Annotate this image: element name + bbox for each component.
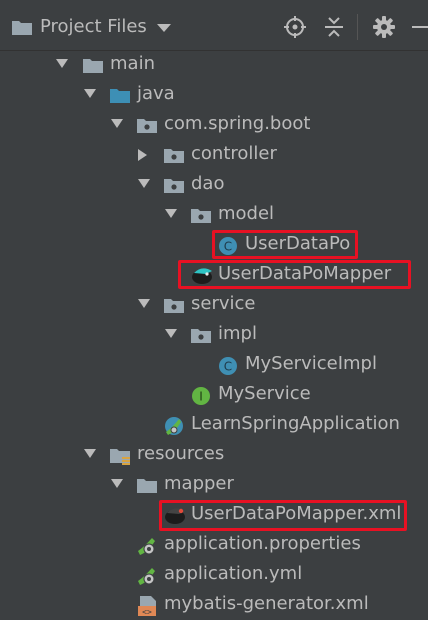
tree-item-label: MyService bbox=[218, 383, 311, 404]
tree-item-label: java bbox=[137, 83, 175, 104]
collapse-all-icon[interactable] bbox=[323, 16, 345, 38]
tree-item-label: com.spring.boot bbox=[164, 113, 311, 134]
tree-item-main[interactable]: main bbox=[0, 50, 428, 80]
interface-icon: I bbox=[192, 387, 210, 405]
expanded-arrow-icon[interactable] bbox=[84, 449, 96, 459]
tree-item-label: service bbox=[191, 293, 256, 314]
tree-item-label: model bbox=[218, 203, 275, 224]
crosshair-icon[interactable] bbox=[284, 16, 306, 38]
package-icon bbox=[164, 149, 184, 163]
class-icon: C bbox=[219, 357, 237, 375]
folder-icon bbox=[137, 479, 157, 493]
expanded-arrow-icon[interactable] bbox=[138, 299, 150, 309]
svg-text:<>: <> bbox=[142, 608, 152, 617]
tree-item-label: mybatis-generator.xml bbox=[164, 593, 369, 614]
collapsed-arrow-icon[interactable] bbox=[138, 149, 148, 161]
tree-item-package[interactable]: com.spring.boot bbox=[0, 110, 428, 140]
spring-config-icon bbox=[138, 568, 155, 585]
expanded-arrow-icon[interactable] bbox=[165, 329, 177, 339]
tree-item-service[interactable]: service bbox=[0, 290, 428, 320]
package-icon bbox=[191, 329, 211, 343]
tree-item-label: application.properties bbox=[164, 533, 361, 554]
expanded-arrow-icon[interactable] bbox=[165, 209, 177, 219]
tree-item-label: main bbox=[110, 53, 155, 74]
tree-item-application-properties[interactable]: application.properties bbox=[0, 530, 428, 560]
tree-item-my-service-impl[interactable]: C MyServiceImpl bbox=[0, 350, 428, 380]
highlight-box bbox=[159, 500, 407, 531]
tree-item-label: application.yml bbox=[164, 563, 303, 584]
tree-item-model[interactable]: model bbox=[0, 200, 428, 230]
resources-folder-icon bbox=[110, 449, 130, 465]
spring-boot-class-icon bbox=[165, 417, 183, 435]
source-folder-icon bbox=[110, 89, 130, 103]
tree-item-label: resources bbox=[137, 443, 225, 464]
svg-text:I: I bbox=[199, 390, 203, 404]
svg-text:C: C bbox=[224, 360, 232, 374]
xml-file-icon: <> bbox=[138, 596, 156, 617]
tree-item-my-service[interactable]: I MyService bbox=[0, 380, 428, 410]
toolbar-separator bbox=[357, 14, 358, 40]
tree-item-controller[interactable]: controller bbox=[0, 140, 428, 170]
tree-item-learn-spring-application[interactable]: LearnSpringApplication bbox=[0, 410, 428, 440]
tree-item-label: mapper bbox=[164, 473, 234, 494]
tree-item-impl[interactable]: impl bbox=[0, 320, 428, 350]
minimize-icon[interactable] bbox=[410, 16, 428, 38]
panel-title[interactable]: Project Files bbox=[40, 16, 147, 37]
expanded-arrow-icon[interactable] bbox=[111, 119, 123, 129]
caret-down-icon[interactable] bbox=[157, 24, 171, 33]
expanded-arrow-icon[interactable] bbox=[138, 179, 150, 189]
expanded-arrow-icon[interactable] bbox=[56, 59, 68, 69]
tree-item-resources[interactable]: resources bbox=[0, 440, 428, 470]
gear-icon[interactable] bbox=[373, 16, 395, 38]
tree-item-user-data-po-mapper[interactable]: UserDataPoMapper bbox=[0, 260, 428, 290]
folder-icon bbox=[83, 59, 103, 73]
tree-item-user-data-po[interactable]: C UserDataPo bbox=[0, 230, 428, 260]
tree-item-label: dao bbox=[191, 173, 225, 194]
spring-config-icon bbox=[138, 538, 155, 555]
tree-item-label: controller bbox=[191, 143, 277, 164]
tree-item-application-yml[interactable]: application.yml bbox=[0, 560, 428, 590]
tree-item-mapper[interactable]: mapper bbox=[0, 470, 428, 500]
package-icon bbox=[164, 179, 184, 193]
tree-item-user-data-po-mapper-xml[interactable]: UserDataPoMapper.xml bbox=[0, 500, 428, 531]
project-toolbar: Project Files bbox=[0, 0, 428, 51]
expanded-arrow-icon[interactable] bbox=[84, 89, 96, 99]
tree-item-dao[interactable]: dao bbox=[0, 170, 428, 200]
package-icon bbox=[191, 209, 211, 223]
tree-item-label: impl bbox=[218, 323, 257, 344]
folder-icon bbox=[12, 21, 32, 35]
package-icon bbox=[164, 299, 184, 313]
highlight-box bbox=[178, 260, 411, 289]
expanded-arrow-icon[interactable] bbox=[111, 479, 123, 489]
tree-item-label: MyServiceImpl bbox=[245, 353, 377, 374]
tree-item-mybatis-generator-xml[interactable]: <> mybatis-generator.xml bbox=[0, 590, 428, 620]
tree-item-label: LearnSpringApplication bbox=[191, 413, 400, 434]
tree-item-java[interactable]: java bbox=[0, 80, 428, 110]
highlight-box bbox=[212, 230, 358, 259]
package-icon bbox=[137, 119, 157, 133]
project-tree: main java com.spring.boot controller dao… bbox=[0, 50, 428, 618]
